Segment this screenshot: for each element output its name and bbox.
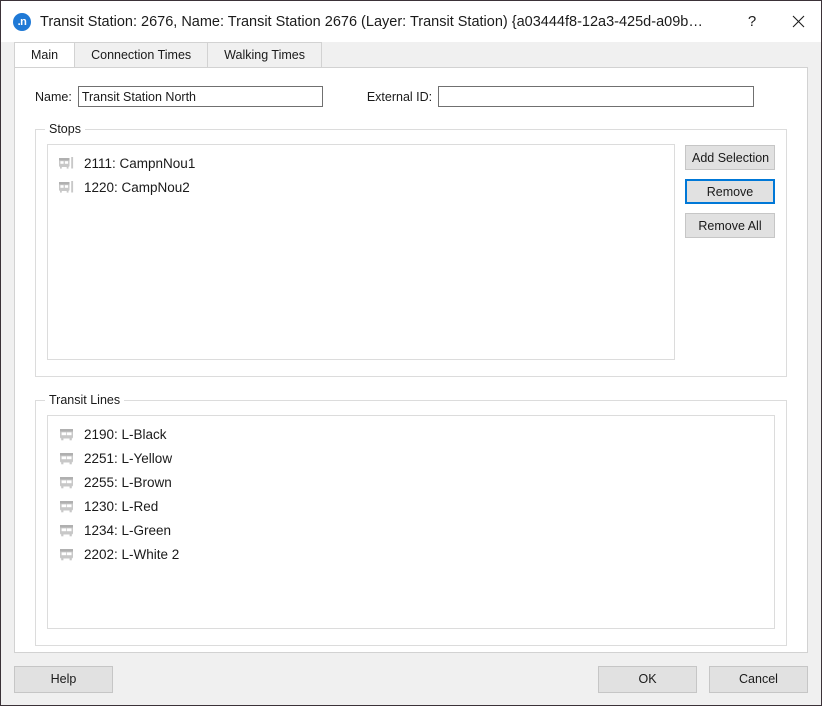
tab-page-main: Name: External ID: Stops (14, 67, 808, 653)
remove-all-button[interactable]: Remove All (685, 213, 775, 238)
tab-connection-times[interactable]: Connection Times (74, 42, 208, 67)
help-button[interactable]: Help (14, 666, 113, 693)
list-item[interactable]: 2255: L-Brown (48, 470, 774, 494)
close-icon-button[interactable] (775, 1, 821, 42)
bus-icon (58, 474, 75, 491)
transit-lines-list[interactable]: 2190: L-Black 2251: L-Yellow (47, 415, 775, 629)
list-item[interactable]: 1234: L-Green (48, 518, 774, 542)
stops-action-buttons: Add Selection Remove Remove All (685, 144, 775, 365)
stops-list[interactable]: 2111: CampnNou1 1220: CampNou2 (47, 144, 675, 360)
transit-lines-group: Transit Lines 2190: L-Black (35, 400, 787, 646)
list-item-label: 2202: L-White 2 (84, 547, 179, 562)
bus-icon (58, 498, 75, 515)
bus-stop-icon (58, 155, 75, 172)
tab-strip: Main Connection Times Walking Times (1, 42, 821, 67)
bus-icon (58, 450, 75, 467)
add-selection-button[interactable]: Add Selection (685, 145, 775, 170)
list-item-label: 2255: L-Brown (84, 475, 172, 490)
external-id-input[interactable] (438, 86, 754, 107)
ok-button[interactable]: OK (598, 666, 697, 693)
name-label: Name: (35, 90, 72, 104)
help-icon-button[interactable]: ? (729, 1, 775, 42)
list-item-label: 1230: L-Red (84, 499, 158, 514)
dialog-window: .n Transit Station: 2676, Name: Transit … (0, 0, 822, 706)
close-icon (792, 15, 805, 28)
dialog-footer: Help OK Cancel (1, 653, 821, 705)
app-icon-n: .n (13, 13, 31, 31)
list-item-label: 1234: L-Green (84, 523, 171, 538)
bus-icon (58, 546, 75, 563)
name-input[interactable] (78, 86, 323, 107)
list-item[interactable]: 1220: CampNou2 (48, 175, 674, 199)
transit-lines-group-body: 2190: L-Black 2251: L-Yellow (36, 401, 786, 645)
list-item-label: 2190: L-Black (84, 427, 167, 442)
tab-main[interactable]: Main (14, 42, 75, 67)
external-id-label: External ID: (367, 90, 432, 104)
list-item[interactable]: 2251: L-Yellow (48, 446, 774, 470)
bus-stop-icon (58, 179, 75, 196)
transit-lines-group-title: Transit Lines (45, 393, 124, 407)
list-item-label: 2111: CampnNou1 (84, 156, 195, 171)
title-bar: .n Transit Station: 2676, Name: Transit … (1, 1, 821, 42)
stops-group: Stops 2111: CampnNou1 (35, 129, 787, 377)
bus-icon (58, 522, 75, 539)
bus-icon (58, 426, 75, 443)
window-controls: ? (729, 1, 821, 42)
stops-group-title: Stops (45, 122, 85, 136)
list-item-label: 1220: CampNou2 (84, 180, 190, 195)
remove-button[interactable]: Remove (685, 179, 775, 204)
list-item-label: 2251: L-Yellow (84, 451, 172, 466)
window-title: Transit Station: 2676, Name: Transit Sta… (40, 14, 729, 30)
list-item[interactable]: 2111: CampnNou1 (48, 151, 674, 175)
stops-group-body: 2111: CampnNou1 1220: CampNou2 (36, 130, 786, 376)
tab-walking-times[interactable]: Walking Times (207, 42, 322, 67)
cancel-button[interactable]: Cancel (709, 666, 808, 693)
list-item[interactable]: 1230: L-Red (48, 494, 774, 518)
list-item[interactable]: 2190: L-Black (48, 422, 774, 446)
fields-row: Name: External ID: (15, 68, 807, 107)
list-item[interactable]: 2202: L-White 2 (48, 542, 774, 566)
